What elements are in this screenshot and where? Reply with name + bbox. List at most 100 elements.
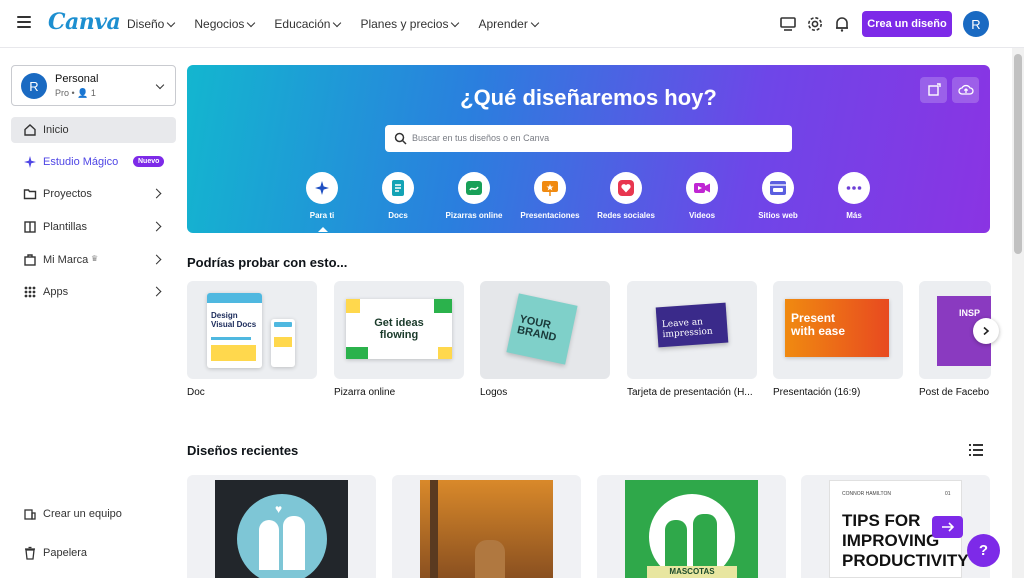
- chevron-right-icon: [151, 286, 162, 297]
- category-para-ti[interactable]: Para ti: [282, 172, 362, 232]
- search-bar[interactable]: Buscar en tus diseños o en Canva: [385, 125, 792, 152]
- account-name: Personal: [55, 73, 99, 85]
- pets-logo-thumbnail: ♥: [215, 480, 348, 578]
- list-view-icon[interactable]: [969, 444, 983, 456]
- trash-icon: [25, 546, 35, 560]
- video-icon: [686, 172, 718, 204]
- custom-size-button[interactable]: [920, 77, 947, 103]
- sparkle-icon: [306, 172, 338, 204]
- category-sitios-web[interactable]: Sitios web: [738, 172, 818, 220]
- category-docs[interactable]: Docs: [358, 172, 438, 220]
- recent-design-card[interactable]: [392, 475, 581, 578]
- whiteboard-icon: [458, 172, 490, 204]
- mascotas-thumbnail: MASCOTAS: [625, 480, 758, 578]
- desktop-icon[interactable]: [779, 15, 797, 33]
- folder-icon: [23, 189, 37, 200]
- recent-design-card[interactable]: ♥: [187, 475, 376, 578]
- create-design-button[interactable]: Crea un diseño: [862, 11, 952, 37]
- suggestion-card-whiteboard[interactable]: Get ideas flowing: [334, 281, 464, 379]
- avatar[interactable]: R: [963, 11, 989, 37]
- recent-designs-title: Diseños recientes: [187, 443, 299, 458]
- sidebar-item-plantillas[interactable]: Plantillas: [11, 214, 176, 240]
- trash-link[interactable]: Papelera: [11, 541, 176, 565]
- dog-photo-thumbnail: [420, 480, 553, 578]
- suggestion-card-presentation[interactable]: Present with ease: [773, 281, 903, 379]
- doc-thumbnail: Design Visual Docs: [207, 293, 262, 368]
- chevron-down-icon: [451, 18, 460, 27]
- website-icon: [762, 172, 794, 204]
- whiteboard-thumbnail: Get ideas flowing: [346, 299, 452, 359]
- sidebar-item-proyectos[interactable]: Proyectos: [11, 181, 176, 207]
- heart-icon: [610, 172, 642, 204]
- new-badge: Nuevo: [133, 156, 165, 167]
- nav-negocios[interactable]: Negocios: [194, 17, 256, 31]
- scrollbar-thumb[interactable]: [1014, 54, 1022, 254]
- canva-logo[interactable]: Canva: [48, 9, 121, 35]
- top-bar: Canva Diseño Negocios Educación Planes y…: [0, 0, 1024, 48]
- sidebar-item-estudio-magico[interactable]: Estudio Mágico Nuevo: [11, 149, 176, 175]
- account-plan: Pro • 👤 1: [55, 88, 96, 98]
- suggestion-label: Presentación (16:9): [773, 387, 861, 398]
- page-scrollbar[interactable]: [1012, 48, 1024, 578]
- chevron-right-icon: [983, 326, 990, 336]
- chevron-down-icon: [247, 18, 256, 27]
- chevron-right-icon: [151, 188, 162, 199]
- hero-title: ¿Qué diseñaremos hoy?: [460, 85, 717, 110]
- recent-design-card[interactable]: MASCOTAS: [597, 475, 786, 578]
- doc-icon: [382, 172, 414, 204]
- brand-icon: [24, 254, 36, 266]
- suggestion-card-business-card[interactable]: Leave an impression: [627, 281, 757, 379]
- bell-icon[interactable]: [833, 15, 851, 33]
- magic-icon: [24, 156, 36, 168]
- account-switcher[interactable]: R Personal Pro • 👤 1: [11, 65, 176, 106]
- menu-icon[interactable]: [17, 16, 31, 30]
- suggestions-title: Podrías probar con esto...: [187, 255, 348, 270]
- carousel-next-button[interactable]: [973, 318, 999, 344]
- hero-banner: ¿Qué diseñaremos hoy? Buscar en tus dise…: [187, 65, 990, 233]
- sidebar-item-mi-marca[interactable]: Mi Marca ♛: [11, 247, 176, 273]
- arrow-right-icon: [932, 516, 963, 538]
- presentation-icon: [534, 172, 566, 204]
- suggestion-label: Post de Facebo: [919, 387, 990, 398]
- recent-design-card[interactable]: CONNOR HAMILTON 01 TIPS FOR IMPROVING PR…: [801, 475, 990, 578]
- doc-mobile-thumbnail: [271, 319, 295, 367]
- nav-educacion[interactable]: Educación: [274, 17, 342, 31]
- suggestion-card-doc[interactable]: Design Visual Docs: [187, 281, 317, 379]
- logo-thumbnail: YOUR BRAND: [506, 293, 578, 365]
- gear-icon[interactable]: [806, 15, 824, 33]
- chevron-down-icon: [530, 18, 540, 27]
- nav-planes[interactable]: Planes y precios: [360, 17, 460, 31]
- chevron-right-icon: [151, 254, 162, 265]
- search-input[interactable]: Buscar en tus diseños o en Canva: [412, 133, 549, 143]
- suggestion-label: Doc: [187, 387, 205, 398]
- chevron-down-icon: [333, 18, 342, 27]
- category-videos[interactable]: Videos: [662, 172, 742, 220]
- team-icon: [24, 509, 36, 520]
- upload-button[interactable]: [952, 77, 979, 103]
- business-card-thumbnail: Leave an impression: [655, 302, 729, 348]
- sidebar-item-apps[interactable]: Apps: [11, 279, 176, 305]
- chevron-down-icon: [167, 18, 176, 27]
- crown-icon: ♛: [91, 254, 99, 263]
- category-pizarras[interactable]: Pizarras online: [434, 172, 514, 220]
- resize-icon: [927, 83, 941, 96]
- category-redes-sociales[interactable]: Redes sociales: [586, 172, 666, 220]
- account-avatar: R: [21, 73, 47, 99]
- active-indicator: [318, 227, 328, 232]
- suggestion-label: Logos: [480, 387, 508, 398]
- sidebar-item-inicio[interactable]: Inicio: [11, 117, 176, 143]
- heart-icon: ♥: [275, 502, 283, 516]
- suggestion-label: Tarjeta de presentación (H...: [627, 387, 753, 398]
- nav-diseno[interactable]: Diseño: [127, 17, 176, 31]
- main-nav: Diseño Negocios Educación Planes y preci…: [127, 0, 558, 48]
- suggestion-card-logos[interactable]: YOUR BRAND: [480, 281, 610, 379]
- suggestion-label: Pizarra online: [334, 387, 396, 398]
- home-icon: [24, 124, 36, 136]
- nav-aprender[interactable]: Aprender: [478, 17, 540, 31]
- category-mas[interactable]: Más: [814, 172, 894, 220]
- create-team-link[interactable]: Crear un equipo: [11, 502, 176, 526]
- category-presentaciones[interactable]: Presentaciones: [510, 172, 590, 220]
- presentation-thumbnail: Present with ease: [785, 299, 889, 357]
- chevron-down-icon: [155, 80, 165, 90]
- help-button[interactable]: ?: [967, 534, 1000, 567]
